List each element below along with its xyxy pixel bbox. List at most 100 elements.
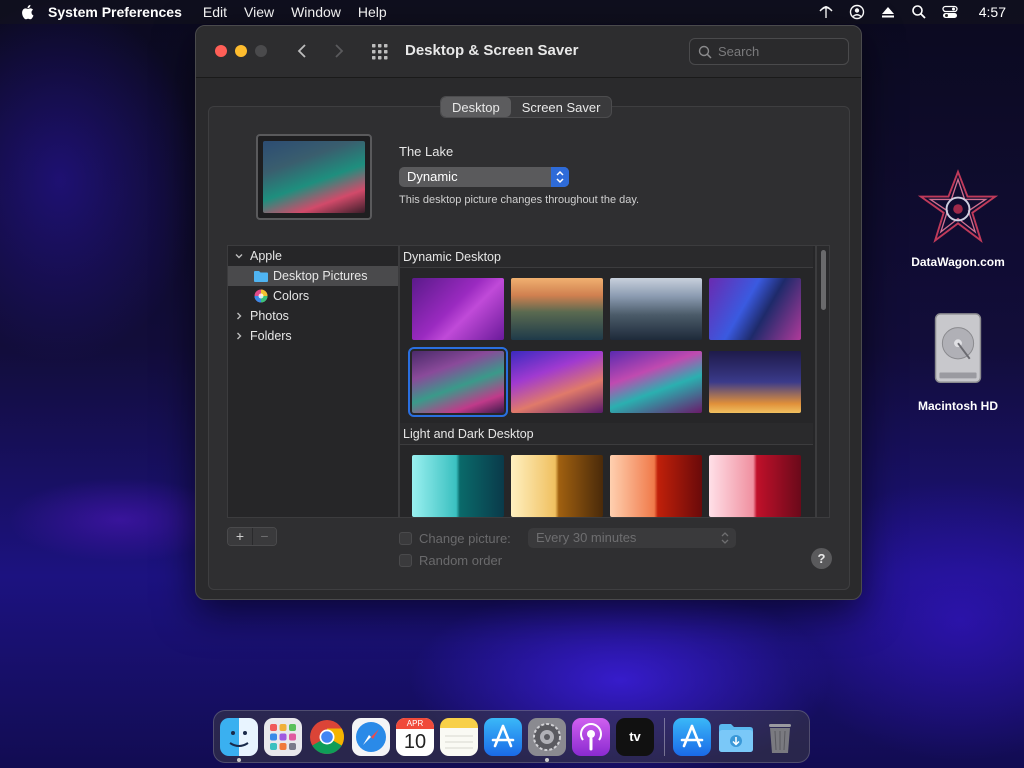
section-header-light-and-dark-desktop: Light and Dark Desktop (400, 423, 813, 445)
window-titlebar: Desktop & Screen Saver (196, 26, 861, 78)
app-store-icon[interactable] (673, 717, 711, 756)
search-icon (698, 45, 712, 59)
notes-icon[interactable] (440, 717, 478, 756)
search-field[interactable] (689, 38, 849, 65)
calendar-month: APR (396, 717, 434, 729)
desktop-icon-datawagon[interactable]: DataWagon.com (903, 168, 1013, 269)
picture-name: The Lake (399, 144, 454, 159)
chrome-logo-icon (310, 719, 344, 754)
hard-drive-icon (934, 313, 982, 384)
add-remove-buttons: + − (227, 527, 277, 546)
select-stepper-icon (721, 532, 729, 544)
remove-folder-button: − (252, 528, 276, 545)
appearance-mode-value: Dynamic (407, 169, 458, 184)
safari-compass-icon (356, 721, 386, 752)
downloads-folder-icon[interactable] (717, 718, 755, 756)
wallpaper-thumbnail[interactable] (412, 278, 504, 340)
tab-screen-saver[interactable]: Screen Saver (511, 97, 612, 117)
wallpaper-thumbnail-selected[interactable] (408, 347, 508, 417)
notes-lines-icon (445, 735, 473, 748)
apple-tv-label: tv (629, 728, 641, 744)
section-header-dynamic-desktop: Dynamic Desktop (400, 246, 813, 268)
change-interval-value: Every 30 minutes (536, 530, 637, 545)
wallpaper-thumbnail[interactable] (709, 351, 801, 413)
picture-description: This desktop picture changes throughout … (399, 194, 640, 206)
podcasts-icon[interactable] (572, 717, 610, 756)
menu-help[interactable]: Help (358, 4, 387, 20)
trash-can-icon (769, 723, 791, 753)
finder-icon[interactable] (220, 717, 258, 762)
search-input[interactable] (718, 44, 838, 59)
wallpaper-thumbnail[interactable] (412, 455, 504, 517)
dock-separator (664, 717, 665, 756)
wallpaper-thumbnail[interactable] (709, 278, 801, 340)
chevron-right-icon[interactable] (234, 331, 244, 341)
wallpaper-thumbnail[interactable] (511, 278, 603, 340)
dock: APR 10 tv (213, 710, 810, 763)
window-close-button[interactable] (215, 45, 227, 57)
spotlight-search-icon[interactable] (911, 4, 927, 20)
sidebar-item-colors[interactable]: Colors (228, 286, 398, 306)
wallpaper-thumbnail[interactable] (610, 278, 702, 340)
app-store-a-icon (491, 724, 515, 747)
calendar-icon[interactable]: APR 10 (396, 717, 434, 756)
airdrop-status-icon[interactable] (818, 4, 834, 20)
system-preferences-window: Desktop & Screen Saver Desktop Screen Sa… (195, 25, 862, 600)
desktop-icon-macintosh-hd[interactable]: Macintosh HD (903, 310, 1013, 413)
sidebar-item-label: Colors (273, 289, 310, 303)
menu-app-name[interactable]: System Preferences (48, 4, 182, 20)
select-stepper-icon (551, 167, 569, 187)
menu-view[interactable]: View (244, 4, 274, 20)
wallpaper-thumbnail[interactable] (511, 455, 603, 517)
wallpaper-thumbnail[interactable] (709, 455, 801, 517)
change-picture-checkbox (399, 532, 412, 545)
chevron-right-icon[interactable] (234, 311, 244, 321)
apple-menu-icon[interactable] (20, 4, 34, 20)
gear-icon (533, 722, 561, 751)
random-order-label: Random order (419, 553, 503, 568)
window-minimize-button[interactable] (235, 45, 247, 57)
launchpad-icon[interactable] (264, 717, 302, 756)
system-preferences-icon[interactable] (528, 717, 566, 762)
chrome-icon[interactable] (308, 718, 346, 756)
sidebar-item-desktop-pictures[interactable]: Desktop Pictures (228, 266, 398, 286)
change-interval-select: Every 30 minutes (528, 528, 736, 548)
wallpaper-thumbnail[interactable] (511, 351, 603, 413)
random-order-option: Random order (399, 553, 502, 568)
sidebar-item-label: Desktop Pictures (273, 269, 368, 283)
window-title: Desktop & Screen Saver (405, 42, 579, 59)
the-lake-preview-image (263, 141, 365, 213)
sidebar-item-apple[interactable]: Apple (228, 246, 398, 266)
add-folder-button[interactable]: + (228, 528, 252, 545)
wallpaper-thumbnail[interactable] (610, 351, 702, 413)
user-account-icon[interactable] (849, 4, 865, 20)
current-picture-preview (256, 134, 372, 220)
scrollbar-thumb[interactable] (821, 250, 826, 310)
sidebar-item-folders[interactable]: Folders (228, 326, 398, 346)
help-button[interactable]: ? (811, 548, 832, 569)
datawagon-logo-icon (917, 169, 999, 243)
safari-icon[interactable] (352, 717, 390, 756)
menu-window[interactable]: Window (291, 4, 341, 20)
clock[interactable]: 4:57 (979, 4, 1006, 20)
appearance-mode-select[interactable]: Dynamic (399, 167, 569, 187)
sidebar-item-label: Apple (250, 249, 282, 263)
back-chevron-icon[interactable] (292, 41, 312, 61)
show-all-grid-icon[interactable] (371, 43, 389, 61)
trash-icon[interactable] (761, 718, 799, 756)
tab-bar: Desktop Screen Saver (440, 96, 613, 118)
menu-edit[interactable]: Edit (203, 4, 227, 20)
apple-tv-icon[interactable]: tv (616, 717, 654, 756)
wallpaper-thumbnail[interactable] (610, 455, 702, 517)
finder-face-icon (229, 730, 249, 747)
grid-scrollbar[interactable] (816, 245, 830, 518)
control-center-icon[interactable] (942, 4, 958, 20)
tab-desktop[interactable]: Desktop (441, 97, 511, 117)
eject-icon[interactable] (880, 4, 896, 20)
chevron-down-icon[interactable] (234, 251, 244, 261)
source-list: Apple Desktop Pictures Colors Photos Fol… (227, 245, 399, 518)
desktop-icon-label: DataWagon.com (911, 255, 1005, 269)
sidebar-item-photos[interactable]: Photos (228, 306, 398, 326)
app-store-icon[interactable] (484, 717, 522, 756)
launchpad-grid-icon (270, 723, 296, 750)
